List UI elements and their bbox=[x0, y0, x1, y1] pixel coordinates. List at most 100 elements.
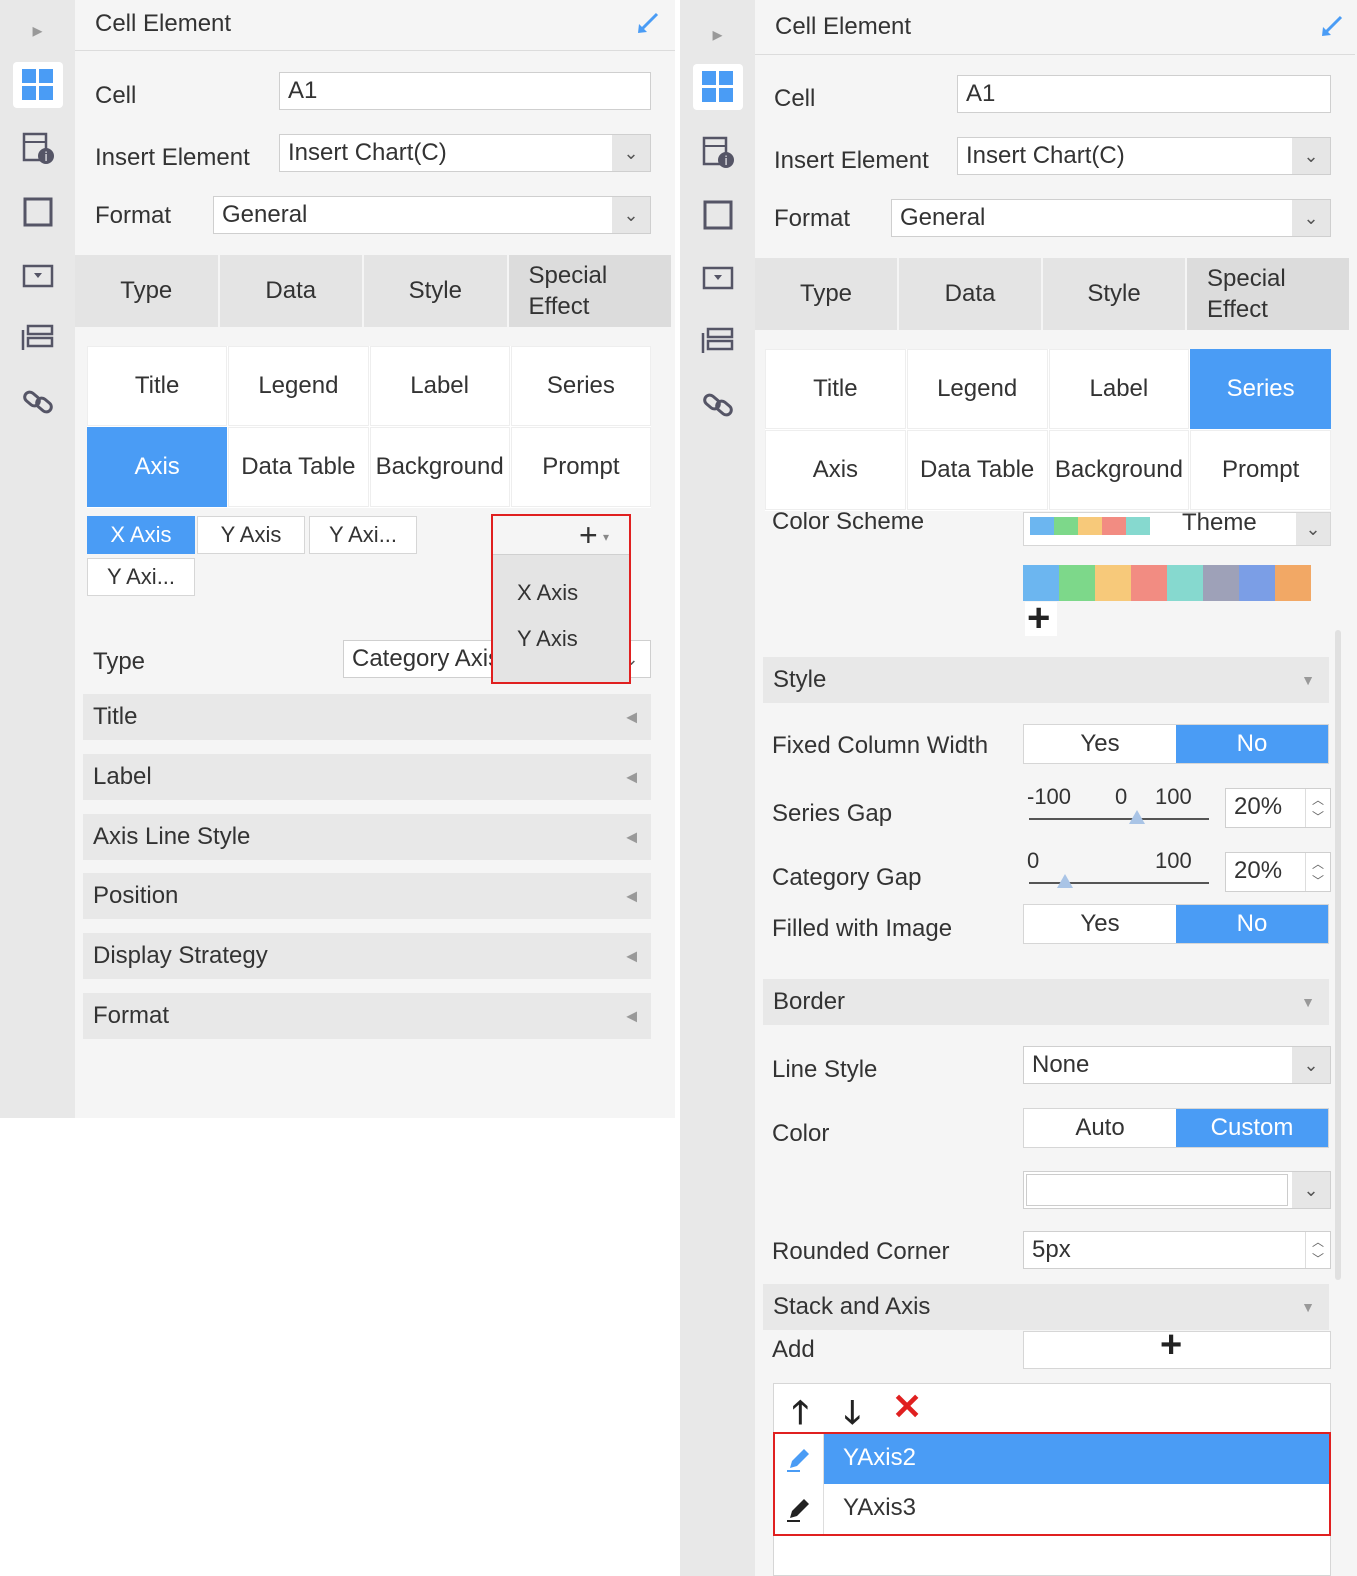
tab-style[interactable]: Style bbox=[364, 255, 509, 327]
grid-axis[interactable]: Axis bbox=[765, 430, 906, 510]
color-picker-select[interactable]: ⌄ bbox=[1023, 1171, 1331, 1209]
grid-series[interactable]: Series bbox=[1190, 349, 1331, 429]
category-gap-slider[interactable]: 0 100 bbox=[1027, 848, 1209, 892]
grid-series[interactable]: Series bbox=[510, 346, 651, 426]
cell-element-icon[interactable] bbox=[692, 64, 743, 110]
tab-data[interactable]: Data bbox=[219, 255, 364, 327]
grid-title[interactable]: Title bbox=[87, 346, 228, 426]
series-gap-slider[interactable]: -100 0 100 bbox=[1027, 784, 1209, 828]
add-axis-button[interactable]: + bbox=[1023, 1324, 1331, 1369]
grid-title[interactable]: Title bbox=[765, 349, 906, 429]
chevron-down-icon[interactable]: ⌄ bbox=[1292, 200, 1330, 236]
template-icon[interactable] bbox=[20, 320, 56, 356]
edit-icon[interactable] bbox=[775, 1434, 824, 1484]
section-style[interactable]: Style ▼ bbox=[763, 657, 1329, 703]
grid-background[interactable]: Background bbox=[1048, 430, 1190, 510]
toggle-auto[interactable]: Auto bbox=[1024, 1109, 1176, 1147]
grid-label[interactable]: Label bbox=[369, 346, 510, 426]
format-select[interactable]: General ⌄ bbox=[213, 196, 651, 234]
chevron-down-icon[interactable]: ⌄ bbox=[1292, 1047, 1330, 1083]
axis-tab-y[interactable]: Y Axis bbox=[197, 516, 305, 554]
toggle-custom[interactable]: Custom bbox=[1176, 1109, 1328, 1147]
section-axis-line-style[interactable]: Axis Line Style ◀ bbox=[83, 814, 651, 860]
hyperlink-icon[interactable] bbox=[20, 384, 56, 420]
chevron-down-icon[interactable]: ⌄ bbox=[612, 197, 650, 233]
collapse-arrow-icon[interactable]: ▸ bbox=[20, 18, 56, 54]
slider-thumb[interactable] bbox=[1129, 810, 1145, 824]
filled-with-image-toggle[interactable]: Yes No bbox=[1023, 904, 1329, 944]
cell-input[interactable]: A1 bbox=[279, 72, 651, 110]
tab-style[interactable]: Style bbox=[1043, 258, 1187, 330]
insert-element-select[interactable]: Insert Chart(C) ⌄ bbox=[957, 137, 1331, 175]
template-icon[interactable] bbox=[700, 323, 736, 359]
add-axis-button[interactable]: + ▾ bbox=[493, 516, 629, 555]
tab-type[interactable]: Type bbox=[755, 258, 899, 330]
grid-legend[interactable]: Legend bbox=[906, 349, 1048, 429]
grid-prompt[interactable]: Prompt bbox=[510, 427, 651, 507]
cell-element-icon[interactable] bbox=[12, 62, 63, 108]
dropdown-widget-icon[interactable] bbox=[20, 258, 56, 294]
grid-background[interactable]: Background bbox=[369, 427, 510, 507]
spinner-icon[interactable]: ︿ ﹀ bbox=[1305, 853, 1330, 891]
tab-special-effect[interactable]: Special Effect bbox=[508, 255, 673, 327]
chevron-down-icon[interactable]: ⌄ bbox=[1292, 1172, 1330, 1208]
scrollbar[interactable] bbox=[1335, 630, 1341, 1280]
section-label[interactable]: Label ◀ bbox=[83, 754, 651, 800]
category-gap-input[interactable]: 20% ︿ ﹀ bbox=[1225, 852, 1331, 892]
edit-icon[interactable] bbox=[775, 1484, 824, 1534]
pin-icon[interactable] bbox=[1319, 13, 1345, 46]
slider-thumb[interactable] bbox=[1057, 874, 1073, 888]
section-title[interactable]: Title ◀ bbox=[83, 694, 651, 740]
chevron-down-icon[interactable]: ⌄ bbox=[1296, 513, 1330, 545]
section-display-strategy[interactable]: Display Strategy ◀ bbox=[83, 933, 651, 979]
chevron-down-icon[interactable]: ⌄ bbox=[612, 135, 650, 171]
grid-axis[interactable]: Axis bbox=[87, 427, 228, 507]
axis-tab-y3[interactable]: Y Axi... bbox=[87, 558, 195, 596]
toggle-yes[interactable]: Yes bbox=[1024, 725, 1176, 763]
grid-prompt[interactable]: Prompt bbox=[1190, 430, 1331, 510]
format-select[interactable]: General ⌄ bbox=[891, 199, 1331, 237]
insert-element-select[interactable]: Insert Chart(C) ⌄ bbox=[279, 134, 651, 172]
fixed-column-width-toggle[interactable]: Yes No bbox=[1023, 724, 1329, 764]
section-stack-and-axis[interactable]: Stack and Axis ▼ bbox=[763, 1284, 1329, 1330]
widget-icon[interactable] bbox=[700, 197, 736, 233]
axis-tab-x[interactable]: X Axis bbox=[87, 516, 195, 554]
tab-special-effect[interactable]: Special Effect bbox=[1187, 258, 1351, 330]
dropdown-item-y-axis[interactable]: Y Axis bbox=[517, 626, 578, 652]
tab-type[interactable]: Type bbox=[75, 255, 220, 327]
section-border[interactable]: Border ▼ bbox=[763, 979, 1329, 1025]
toggle-yes[interactable]: Yes bbox=[1024, 905, 1176, 943]
hyperlink-icon[interactable] bbox=[700, 387, 736, 423]
axis-list-item[interactable]: YAxis3 bbox=[775, 1484, 1329, 1534]
color-scheme-select[interactable]: Theme ⌄ bbox=[1023, 512, 1331, 546]
section-position[interactable]: Position ◀ bbox=[83, 873, 651, 919]
axis-tab-y2[interactable]: Y Axi... bbox=[309, 516, 417, 554]
pin-icon[interactable] bbox=[635, 10, 661, 43]
axis-list-item-selected[interactable]: YAxis2 bbox=[775, 1434, 1329, 1484]
grid-legend[interactable]: Legend bbox=[228, 346, 369, 426]
grid-data-table[interactable]: Data Table bbox=[906, 430, 1048, 510]
series-gap-input[interactable]: 20% ︿ ﹀ bbox=[1225, 788, 1331, 828]
tab-data[interactable]: Data bbox=[899, 258, 1043, 330]
toggle-no[interactable]: No bbox=[1176, 725, 1328, 763]
add-color-button[interactable]: + bbox=[1025, 596, 1057, 640]
cell-input[interactable]: A1 bbox=[957, 75, 1331, 113]
section-format[interactable]: Format ◀ bbox=[83, 993, 651, 1039]
line-style-select[interactable]: None ⌄ bbox=[1023, 1046, 1331, 1084]
cell-attribute-icon[interactable]: i bbox=[700, 134, 736, 170]
delete-icon[interactable]: ✕ bbox=[892, 1386, 922, 1428]
grid-label[interactable]: Label bbox=[1048, 349, 1190, 429]
grid-data-table[interactable]: Data Table bbox=[228, 427, 369, 507]
spinner-icon[interactable]: ︿ ﹀ bbox=[1305, 1232, 1330, 1268]
color-toggle[interactable]: Auto Custom bbox=[1023, 1108, 1329, 1148]
color-palette[interactable] bbox=[1023, 565, 1311, 601]
spinner-icon[interactable]: ︿ ﹀ bbox=[1305, 789, 1330, 827]
toggle-no[interactable]: No bbox=[1176, 905, 1328, 943]
dropdown-widget-icon[interactable] bbox=[700, 260, 736, 296]
widget-icon[interactable] bbox=[20, 194, 56, 230]
chevron-down-icon[interactable]: ⌄ bbox=[1292, 138, 1330, 174]
dropdown-item-x-axis[interactable]: X Axis bbox=[517, 580, 578, 606]
rounded-corner-input[interactable]: 5px ︿ ﹀ bbox=[1023, 1231, 1331, 1269]
cell-attribute-icon[interactable]: i bbox=[20, 130, 56, 166]
collapse-arrow-icon[interactable]: ▸ bbox=[700, 22, 736, 58]
